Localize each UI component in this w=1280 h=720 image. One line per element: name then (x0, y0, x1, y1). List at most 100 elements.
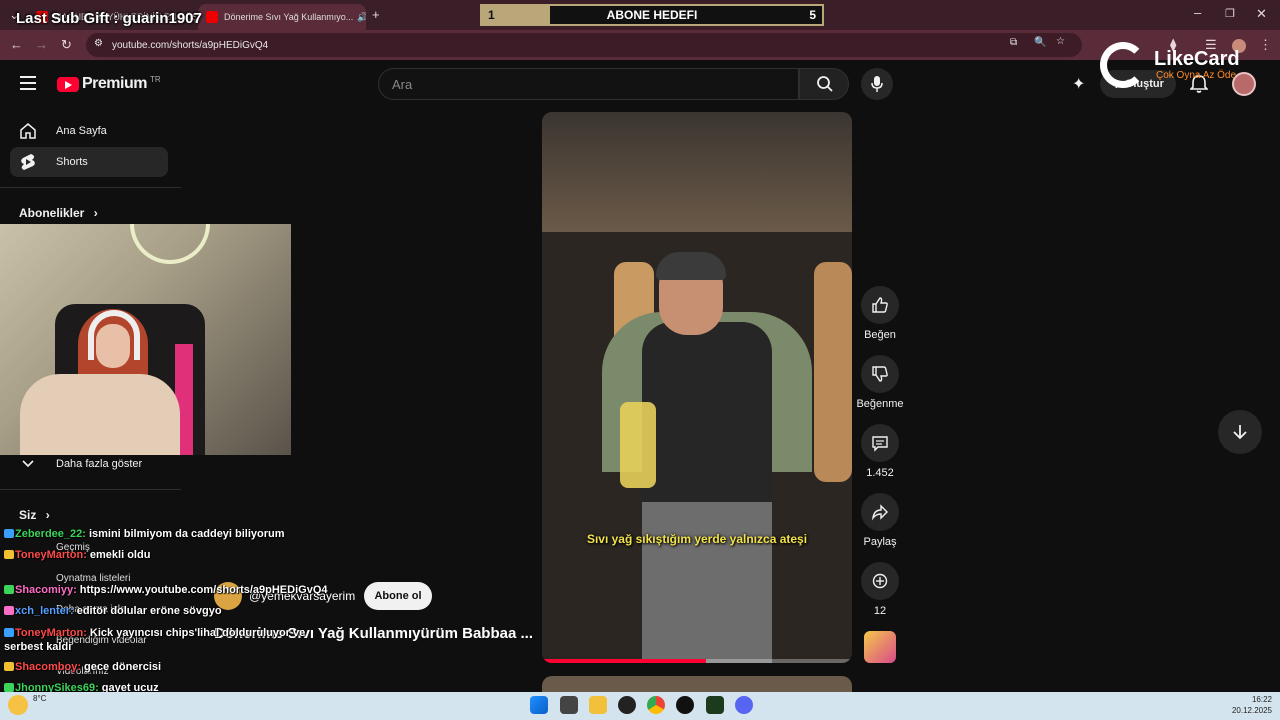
last-sub-gift-overlay: Last Sub Gift : guarin1907 (16, 10, 202, 27)
file-explorer-icon[interactable] (589, 696, 607, 714)
sidebar-item-shorts[interactable]: Shorts (10, 147, 168, 177)
likecard-brand: LikeCard (1154, 48, 1240, 70)
browser-address-bar: ← → ↻ ⚙ youtube.com/shorts/a9pHEDiGvQ4 ⧉… (0, 30, 1280, 60)
reload-icon[interactable]: ↻ (61, 38, 72, 52)
chat-username: ToneyMarton: (15, 549, 87, 561)
weather-icon[interactable] (8, 695, 28, 715)
chat-text: https://www.youtube.com/shorts/a9pHEDiGv… (79, 584, 328, 596)
comment-icon (872, 436, 888, 452)
sidebar-label: Daha fazla göster (56, 458, 143, 470)
likecard-overlay: LikeCard Çok Oyna Az Öde (1098, 40, 1258, 92)
chat-badge-icon (4, 628, 14, 637)
chevron-down-icon (18, 459, 38, 469)
chrome-icon[interactable] (647, 696, 665, 714)
subscriptions-header[interactable]: Abonelikler › (19, 206, 98, 220)
share-button[interactable] (861, 493, 899, 531)
sound-thumbnail[interactable] (864, 631, 896, 663)
dislike-button[interactable] (861, 355, 899, 393)
maximize-icon[interactable]: ❐ (1225, 7, 1235, 21)
goal-title: ABONE HEDEFI (606, 8, 698, 22)
browser-tab-2[interactable]: Dönerime Sıvı Yağ Kullanmıyo... 🔊 ✕ (198, 4, 366, 30)
chat-message: ToneyMarton: Kick yayıncısı chips'lihal d… (4, 626, 324, 654)
video-ceiling (542, 112, 852, 232)
site-info-icon[interactable]: ⚙ (94, 38, 103, 49)
chat-username: xch_lenter: (15, 605, 74, 617)
webcam-person-sweater (20, 374, 180, 455)
next-short-button[interactable] (1218, 410, 1262, 454)
likecard-tagline: Çok Oyna Az Öde (1156, 70, 1237, 81)
clock-date: 20.12.2025 (1231, 706, 1272, 715)
terminal-icon[interactable] (706, 696, 724, 714)
chat-badge-icon (4, 683, 14, 692)
like-button[interactable] (861, 286, 899, 324)
chevron-right-icon: › (45, 508, 50, 522)
subscribe-button[interactable]: Abone ol (364, 582, 432, 610)
chat-message: ToneyMarton: emekli oldu (4, 549, 150, 561)
section-title: Siz (19, 508, 37, 522)
chat-username: Shacomiyy: (15, 584, 77, 596)
minimize-icon[interactable]: – (1194, 6, 1201, 20)
home-icon (18, 122, 38, 140)
new-tab-icon[interactable]: + (372, 8, 380, 22)
back-icon[interactable]: ← (10, 38, 23, 52)
video-oil-bottle (620, 402, 656, 488)
audio-icon[interactable]: 🔊 (357, 12, 366, 23)
comments-button[interactable] (861, 424, 899, 462)
chat-badge-icon (4, 585, 14, 594)
chat-text: ismini bilmiyom da caddeyi biliyorum (88, 528, 285, 540)
obs-icon[interactable] (618, 696, 636, 714)
you-header[interactable]: Siz › (19, 508, 50, 522)
sidebar-show-more[interactable]: Daha fazla göster (10, 449, 168, 479)
remix-icon (872, 573, 888, 589)
sidebar-divider (0, 489, 181, 490)
install-icon[interactable]: ⧉ (1010, 37, 1017, 48)
browser-menu-icon[interactable]: ⋮ (1259, 38, 1272, 52)
search-button[interactable] (799, 68, 849, 100)
chat-username: Zeberdee_22: (15, 528, 86, 540)
video-subtitle: Sıvı yağ sıkıştığım yerde yalnızca ateşi (586, 532, 808, 546)
chevron-right-icon: › (93, 206, 98, 220)
chat-text: emekli oldu (89, 549, 151, 561)
chat-badge-icon (4, 662, 14, 671)
youtube-premium-logo[interactable]: Premium TR (57, 74, 161, 94)
task-view-icon[interactable] (560, 696, 578, 714)
system-clock[interactable]: 16:22 20.12.2025 (1214, 694, 1272, 716)
video-doner-spit-right (814, 262, 852, 482)
goal-target: 5 (809, 8, 816, 22)
g-app-icon[interactable] (676, 696, 694, 714)
tab-title: Dönerime Sıvı Yağ Kullanmıyo... (224, 12, 354, 22)
sidebar-item-playlists[interactable]: Oynatma listeleri (56, 573, 130, 584)
microphone-icon (871, 76, 883, 92)
chat-message: Zeberdee_22: ismini bilmiyom da caddeyi b… (4, 528, 285, 540)
ai-sparkle-icon[interactable]: ✦ (1072, 74, 1085, 94)
remix-count: 12 (873, 605, 887, 617)
hamburger-menu-icon[interactable] (20, 76, 36, 90)
webcam-neon-light (130, 224, 210, 264)
sidebar-label: Shorts (56, 156, 88, 168)
short-video-player[interactable]: Sıvı yağ sıkıştığım yerde yalnızca ateşi (542, 112, 852, 663)
search-input[interactable]: Ara (378, 68, 799, 100)
bookmark-star-icon[interactable]: ☆ (1056, 36, 1065, 47)
thumbs-up-icon (872, 297, 888, 313)
likecard-logo-icon (1100, 42, 1146, 88)
chat-badge-icon (4, 529, 14, 538)
discord-icon[interactable] (735, 696, 753, 714)
chat-text: gece dönercisi (84, 661, 162, 673)
remix-button[interactable] (861, 562, 899, 600)
forward-icon[interactable]: → (35, 38, 48, 52)
logo-region: TR (149, 74, 161, 84)
url-field[interactable]: ⚙ youtube.com/shorts/a9pHEDiGvQ4 ⧉ 🔍 ☆ (86, 33, 1082, 57)
close-window-icon[interactable]: ✕ (1256, 7, 1267, 21)
video-chef-vest (642, 322, 772, 502)
weather-temperature[interactable]: 8°C (33, 694, 46, 703)
video-progress-bar[interactable] (542, 659, 852, 663)
chat-username: ToneyMarton: (15, 627, 87, 639)
sidebar-item-home[interactable]: Ana Sayfa (10, 116, 168, 146)
zoom-icon[interactable]: 🔍 (1034, 37, 1046, 48)
dislike-label: Beğenme (856, 398, 904, 410)
voice-search-button[interactable] (861, 68, 893, 100)
section-title: Abonelikler (19, 206, 85, 220)
like-label: Beğen (864, 329, 896, 341)
windows-start-icon[interactable] (530, 696, 548, 714)
youtube-favicon (206, 11, 218, 23)
